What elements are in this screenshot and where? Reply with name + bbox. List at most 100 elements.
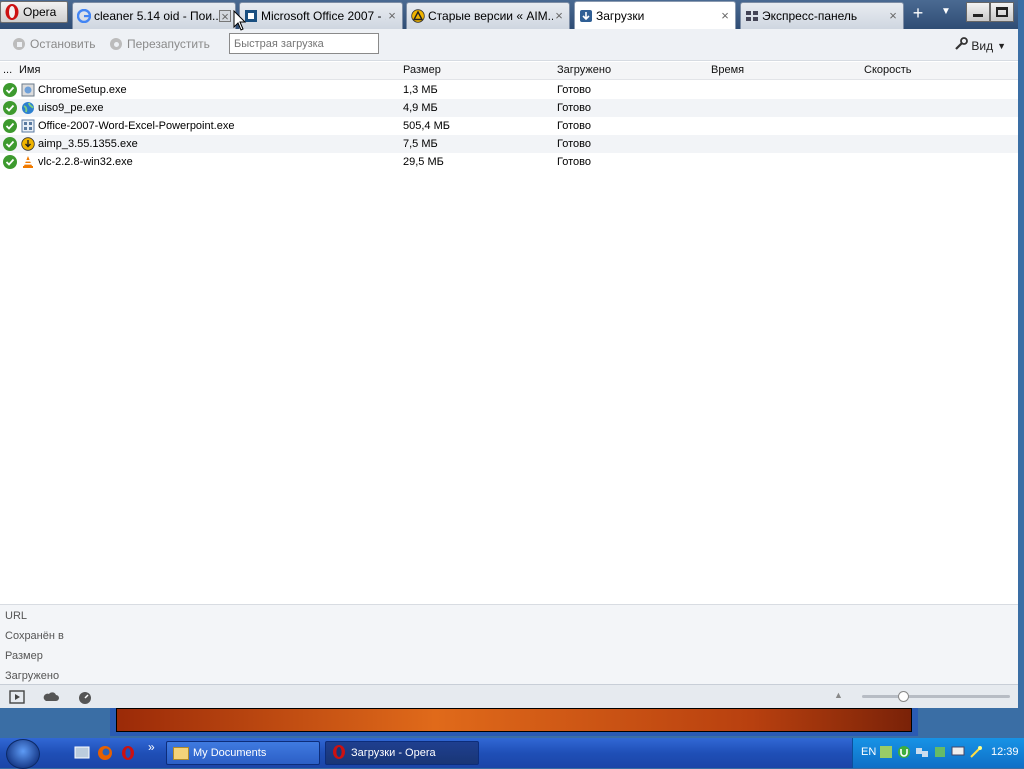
status-bar: ▲ <box>0 684 1018 708</box>
background-window <box>110 708 918 736</box>
tab-aimp[interactable]: Старые версии « AIM... × <box>406 2 570 29</box>
file-size: 505,4 МБ <box>403 120 450 132</box>
restart-icon <box>110 38 122 50</box>
completed-check-icon <box>3 155 17 169</box>
display-icon[interactable] <box>951 745 965 759</box>
completed-check-icon <box>3 83 17 97</box>
minimize-icon <box>973 13 983 17</box>
close-tab-icon[interactable]: × <box>719 9 731 22</box>
column-time-header[interactable]: Время <box>711 64 744 76</box>
security-icon[interactable] <box>933 745 947 759</box>
file-status: Готово <box>557 120 591 132</box>
show-desktop-icon[interactable] <box>74 745 90 761</box>
tab-label: Экспресс-панель <box>762 9 858 23</box>
restore-icon <box>996 7 1008 17</box>
quick-download-input[interactable] <box>229 33 379 54</box>
completed-check-icon <box>3 119 17 133</box>
stop-label: Остановить <box>30 37 96 51</box>
file-size: 4,9 МБ <box>403 102 438 114</box>
downloads-toolbar: Остановить Перезапустить Вид ▼ <box>0 29 1018 61</box>
tab-label: Старые версии « AIM... <box>428 9 553 23</box>
file-status: Готово <box>557 138 591 150</box>
language-indicator[interactable]: EN <box>861 746 876 758</box>
tab-cleaner[interactable]: cleaner 5.14 oid - Пои... × <box>72 2 236 29</box>
taskbar-item-label: My Documents <box>193 747 267 759</box>
close-tab-icon[interactable]: × <box>887 9 899 22</box>
table-row[interactable]: ChromeSetup.exe 1,3 МБ Готово <box>0 81 1018 99</box>
download-icon <box>579 9 593 23</box>
file-name: uiso9_pe.exe <box>38 102 104 114</box>
column-speed-header[interactable]: Скорость <box>864 64 912 76</box>
taskbar-item-opera[interactable]: Загрузки - Opera <box>325 741 479 765</box>
opera-menu-label: Opera <box>23 5 57 19</box>
cloud-sync-icon[interactable] <box>43 690 59 704</box>
aimp-icon <box>411 9 425 23</box>
opera-quicklaunch-icon[interactable] <box>120 745 136 761</box>
opera-window: Opera cleaner 5.14 oid - Пои... × Micros… <box>0 0 1018 708</box>
zoom-slider[interactable] <box>862 691 1010 702</box>
tray-app-icon[interactable] <box>879 745 893 759</box>
completed-check-icon <box>3 137 17 151</box>
close-tab-icon[interactable]: × <box>219 10 231 23</box>
utorrent-icon[interactable] <box>897 745 911 759</box>
magic-wand-icon[interactable] <box>969 745 983 759</box>
tab-speed-dial[interactable]: Экспресс-панель × <box>740 2 904 29</box>
tab-label: Загрузки <box>596 8 645 23</box>
speed-dial-icon <box>745 9 759 23</box>
completed-check-icon <box>3 101 17 115</box>
taskbar: » My Documents Загрузки - Opera EN 12:39 <box>0 738 1024 769</box>
opera-menu-button[interactable]: Opera <box>0 1 68 23</box>
tab-label: cleaner 5.14 oid - Пои... <box>94 9 219 23</box>
quicklaunch-more-chevron[interactable]: » <box>148 740 155 754</box>
zoom-out-triangle-icon[interactable]: ▲ <box>834 690 843 700</box>
zoom-slider-knob[interactable] <box>898 691 909 702</box>
installer-icon <box>21 83 35 97</box>
table-row[interactable]: vlc-2.2.8-win32.exe 29,5 МБ Готово <box>0 153 1018 171</box>
system-tray: EN 12:39 <box>852 738 1024 768</box>
taskbar-item-label: Загрузки - Opera <box>351 747 436 759</box>
table-row[interactable]: aimp_3.55.1355.exe 7,5 МБ Готово <box>0 135 1018 153</box>
google-icon <box>77 9 91 23</box>
taskbar-item-my-documents[interactable]: My Documents <box>166 741 320 765</box>
table-row[interactable]: Office-2007-Word-Excel-Powerpoint.exe 50… <box>0 117 1018 135</box>
file-status: Готово <box>557 84 591 96</box>
column-menu-dots[interactable]: ... <box>3 64 12 76</box>
firefox-icon[interactable] <box>97 745 113 761</box>
file-status: Готово <box>557 156 591 168</box>
minimize-button[interactable] <box>966 2 990 22</box>
column-name-header[interactable]: Имя <box>19 64 40 76</box>
view-label: Вид <box>971 38 994 53</box>
table-row[interactable]: uiso9_pe.exe 4,9 МБ Готово <box>0 99 1018 117</box>
file-size: 29,5 МБ <box>403 156 444 168</box>
column-size-header[interactable]: Размер <box>403 64 441 76</box>
restore-button[interactable] <box>990 2 1014 22</box>
file-name: ChromeSetup.exe <box>38 84 127 96</box>
detail-loaded-label: Загружено <box>5 670 60 682</box>
new-tab-plus-icon[interactable]: + <box>908 4 928 23</box>
network-icon[interactable] <box>915 745 929 759</box>
close-tab-icon[interactable]: × <box>386 9 398 22</box>
opera-logo-icon <box>332 744 346 763</box>
mouse-pointer-icon <box>233 9 247 32</box>
chevron-down-icon: ▼ <box>997 40 1006 51</box>
file-name: Office-2007-Word-Excel-Powerpoint.exe <box>38 120 235 132</box>
file-status: Готово <box>557 102 591 114</box>
clock[interactable]: 12:39 <box>991 746 1019 758</box>
tab-office[interactable]: Microsoft Office 2007 - ... × <box>239 2 403 29</box>
restart-button[interactable]: Перезапустить <box>110 37 210 51</box>
view-menu-button[interactable]: Вид ▼ <box>954 37 1006 54</box>
column-loaded-header[interactable]: Загружено <box>557 64 611 76</box>
tab-label: Microsoft Office 2007 - ... <box>261 9 386 23</box>
tab-downloads[interactable]: Загрузки × <box>574 1 736 29</box>
globe-icon <box>21 101 35 115</box>
wrench-icon <box>954 37 969 54</box>
detail-size-label: Размер <box>5 650 43 662</box>
stop-button[interactable]: Остановить <box>13 37 96 51</box>
panel-toggle-icon[interactable] <box>9 690 25 704</box>
start-button[interactable] <box>0 738 48 769</box>
windows-logo-icon <box>6 739 40 769</box>
turbo-gauge-icon[interactable] <box>77 690 93 704</box>
tab-list-chevron-icon[interactable]: ▼ <box>938 6 954 22</box>
download-details-panel: URL Сохранён в Размер Загружено <box>0 604 1018 684</box>
close-tab-icon[interactable]: × <box>553 9 565 22</box>
